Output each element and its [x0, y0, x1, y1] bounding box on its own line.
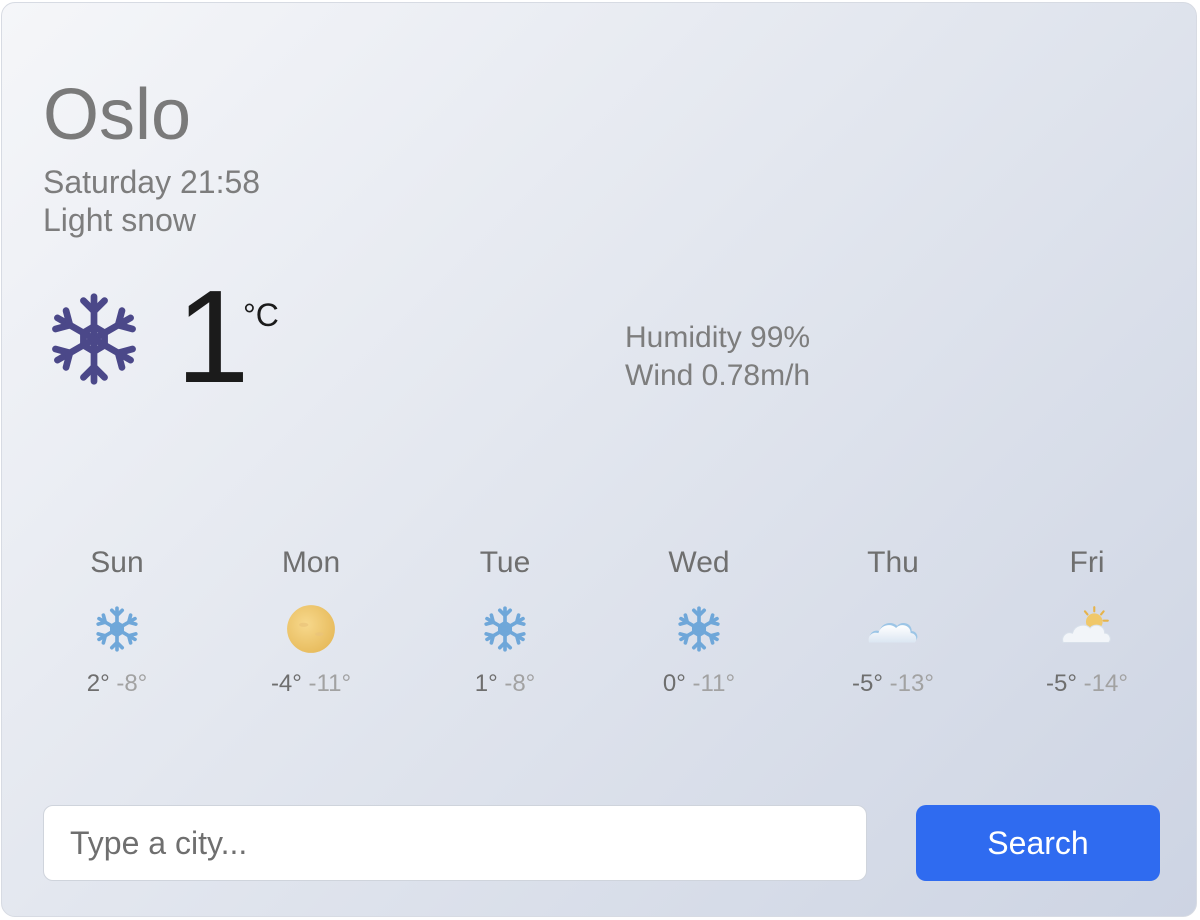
- snowflake-icon: [678, 606, 720, 652]
- forecast-day: Tue 1° -8°: [408, 543, 602, 713]
- forecast-day-name: Thu: [867, 546, 919, 579]
- forecast-max-temp: -5°: [1046, 670, 1077, 697]
- forecast-min-temp: -8°: [116, 670, 148, 697]
- forecast-max-temp: 0°: [662, 670, 686, 697]
- wind-text: Wind 0.78m/h: [625, 359, 811, 392]
- snowflake-icon: [484, 606, 526, 652]
- forecast-day: Mon -4° -11°: [214, 543, 408, 713]
- forecast-day-name: Fri: [1069, 546, 1105, 579]
- forecast-min-temp: -13°: [889, 670, 934, 697]
- forecast-max-temp: -4°: [270, 670, 302, 697]
- forecast-max-temp: -5°: [852, 670, 883, 697]
- forecast-day-name: Sun: [90, 546, 144, 579]
- temperature-unit: °C: [243, 297, 279, 333]
- current-condition: Light snow: [43, 202, 196, 238]
- current-datetime: Saturday 21:58: [43, 164, 261, 200]
- forecast-day: Thu -5° -13°: [796, 543, 990, 713]
- current-temperature: 1: [176, 263, 250, 410]
- snowflake-icon: [96, 606, 138, 652]
- humidity-text: Humidity 99%: [625, 321, 811, 354]
- snowflake-icon: [52, 293, 136, 385]
- forecast-day-name: Wed: [668, 546, 730, 579]
- forecast-day: Wed 0° -11°: [602, 543, 796, 713]
- forecast-day-name: Mon: [281, 546, 341, 579]
- sun-behind-cloud-icon: [1062, 606, 1111, 644]
- search-button[interactable]: Search: [916, 805, 1160, 881]
- sun-icon: [287, 605, 335, 653]
- forecast-day: Sun 2° -8°: [20, 543, 214, 713]
- weather-details: Humidity 99% Wind 0.78m/h: [625, 319, 810, 395]
- forecast-min-temp: -11°: [692, 670, 736, 697]
- forecast-list: Sun 2° -8° Mon -4° -11° Tue 1° -8° Wed 0…: [20, 543, 1184, 713]
- cloud-icon: [868, 623, 918, 643]
- weather-card: Oslo Saturday 21:58 Light snow 1 °C Humi…: [1, 2, 1197, 917]
- forecast-max-temp: 1°: [474, 670, 498, 697]
- forecast-min-temp: -8°: [504, 670, 536, 697]
- forecast-day: Fri -5° -14°: [990, 543, 1184, 713]
- forecast-min-temp: -11°: [308, 670, 352, 697]
- forecast-day-name: Tue: [479, 546, 531, 579]
- forecast-max-temp: 2°: [86, 670, 110, 697]
- city-search-input[interactable]: [43, 805, 867, 881]
- forecast-min-temp: -14°: [1083, 670, 1128, 697]
- city-name: Oslo: [43, 75, 192, 155]
